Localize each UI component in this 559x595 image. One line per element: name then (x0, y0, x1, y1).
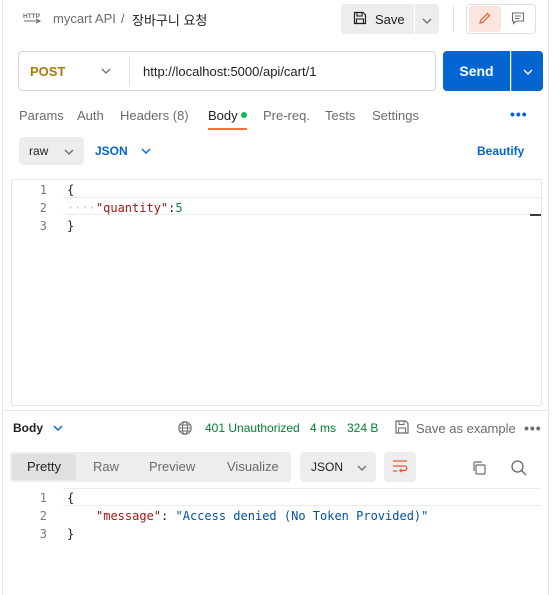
tab-auth[interactable]: Auth (77, 108, 104, 123)
response-body-select[interactable]: Body (13, 421, 43, 435)
copy-icon[interactable] (471, 460, 487, 479)
line-number: 3 (39, 219, 47, 233)
body-modified-dot (241, 112, 247, 118)
response-format-label: JSON (311, 460, 344, 474)
frame-right-border (548, 0, 549, 595)
beautify-button[interactable]: Beautify (477, 144, 524, 158)
header-divider (453, 6, 454, 32)
chevron-down-icon[interactable] (52, 421, 64, 438)
tab-settings[interactable]: Settings (372, 108, 419, 123)
globe-icon[interactable] (177, 420, 193, 439)
body-type-select[interactable]: raw (19, 137, 84, 165)
save-as-example-button[interactable]: Save as example (416, 421, 516, 436)
json-key: "message" (96, 509, 162, 523)
more-tabs-button[interactable]: ••• (510, 106, 528, 122)
send-dropdown-button[interactable] (511, 51, 543, 91)
chevron-down-icon[interactable] (140, 144, 152, 161)
status-badge[interactable]: 401 Unauthorized (205, 421, 300, 435)
url-input[interactable]: http://localhost:5000/api/cart/1 (143, 64, 316, 79)
comment-icon (511, 11, 525, 28)
svg-text:HTTP: HTTP (23, 13, 41, 20)
chevron-down-icon[interactable] (100, 64, 112, 81)
tab-raw[interactable]: Raw (93, 459, 119, 474)
tab-preview[interactable]: Preview (149, 459, 195, 474)
line-number: 2 (39, 509, 47, 523)
response-more-button[interactable]: ••• (524, 420, 542, 436)
tab-tests[interactable]: Tests (325, 108, 355, 123)
method-select[interactable]: POST (30, 64, 65, 79)
send-button[interactable]: Send (443, 51, 510, 91)
wrap-lines-button[interactable] (384, 452, 416, 482)
response-time[interactable]: 4 ms (310, 421, 336, 435)
breadcrumb-collection[interactable]: mycart API (53, 11, 116, 26)
chevron-down-icon (422, 12, 432, 27)
line-number: 3 (39, 527, 47, 541)
tab-params[interactable]: Params (19, 108, 64, 123)
line-number: 2 (39, 201, 47, 215)
save-dropdown-button[interactable] (415, 4, 439, 34)
code-line: "message": "Access denied (No Token Prov… (96, 509, 428, 523)
tab-pre-request[interactable]: Pre-req. (263, 108, 310, 123)
body-format-select[interactable]: JSON (95, 144, 128, 158)
search-icon[interactable] (510, 459, 528, 480)
tab-pretty[interactable]: Pretty (27, 459, 61, 474)
line-number: 1 (39, 183, 47, 197)
edit-mode-button[interactable] (469, 6, 501, 32)
json-value: 5 (175, 201, 183, 215)
code-open-brace: { (67, 183, 75, 197)
line-number: 1 (39, 491, 47, 505)
save-label: Save (375, 11, 405, 27)
comments-button[interactable] (503, 6, 533, 32)
tab-visualize[interactable]: Visualize (227, 459, 279, 474)
save-button[interactable]: Save (341, 4, 414, 34)
tab-body[interactable]: Body (208, 108, 238, 123)
chevron-down-icon (522, 64, 534, 79)
http-icon: HTTP (22, 10, 42, 26)
json-value: "Access denied (No Token Provided)" (175, 509, 429, 523)
code-close-brace: } (67, 527, 75, 541)
pane-splitter[interactable] (3, 410, 548, 411)
response-size[interactable]: 324 B (347, 421, 378, 435)
pencil-icon (478, 11, 492, 28)
chevron-down-icon (64, 144, 74, 158)
wrap-lines-icon (392, 459, 408, 476)
code-close-brace: } (67, 219, 75, 233)
tab-headers[interactable]: Headers (8) (120, 108, 189, 123)
request-title[interactable]: 장바구니 요청 (132, 10, 207, 29)
chevron-down-icon (357, 460, 367, 474)
code-line: ····"quantity":5 (67, 201, 183, 215)
json-colon: : (161, 509, 169, 523)
response-line-highlight (63, 488, 541, 506)
breadcrumb-separator: / (121, 11, 125, 26)
body-type-label: raw (29, 144, 49, 158)
response-format-select[interactable]: JSON (300, 452, 376, 482)
url-divider (129, 56, 130, 86)
active-tab-indicator (208, 128, 247, 130)
json-key: "quantity" (95, 201, 169, 215)
save-icon (394, 419, 410, 438)
code-open-brace: { (67, 491, 75, 505)
editor-minimap-marker (530, 214, 541, 216)
save-icon (353, 11, 367, 28)
